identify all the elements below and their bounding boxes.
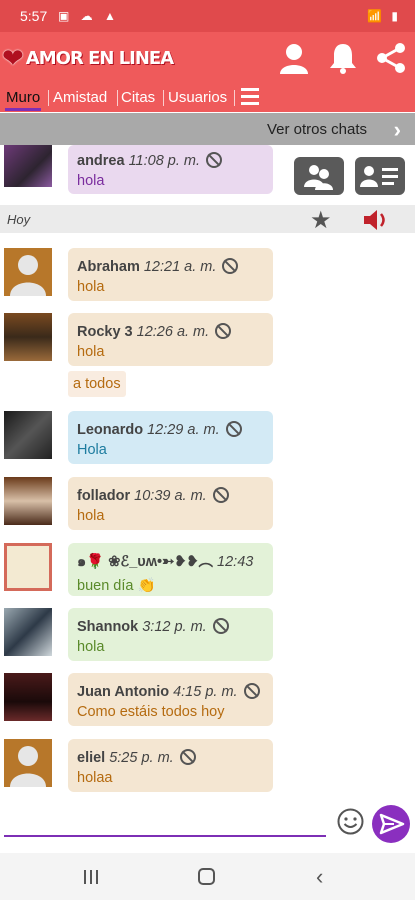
message-bubble: andrea 11:08 p. m. hola bbox=[68, 145, 273, 194]
emoji-icon[interactable] bbox=[337, 808, 364, 835]
status-bar: 5:57 ▣ ☁ ▲ 📶 ▮ bbox=[0, 0, 415, 32]
message-author[interactable]: Abraham bbox=[77, 259, 140, 275]
message-author[interactable]: eliel bbox=[77, 750, 105, 766]
message-bubble: Shannok 3:12 p. m. hola bbox=[68, 608, 273, 661]
tab-bar: Muro Amistad Citas Usuarios bbox=[0, 84, 415, 112]
heart-logo-icon: ❤ bbox=[2, 43, 24, 73]
message-author[interactable]: ๑🌹 ❀ℰ_ᴜʍ•➳❥❥︵ bbox=[77, 554, 213, 570]
star-icon[interactable]: ★ bbox=[310, 206, 332, 235]
ban-icon[interactable] bbox=[212, 618, 229, 634]
tab-amistad[interactable]: Amistad bbox=[53, 89, 107, 106]
app-title: AMOR EN LINEA bbox=[25, 47, 174, 69]
message-author[interactable]: andrea bbox=[77, 153, 125, 169]
tab-citas[interactable]: Citas bbox=[121, 89, 155, 106]
tab-divider bbox=[163, 90, 164, 106]
message-time: 11:08 p. m. bbox=[128, 153, 201, 169]
avatar[interactable] bbox=[4, 313, 52, 361]
chevron-right-icon: › bbox=[393, 117, 401, 142]
message-text: buen día 👏 bbox=[77, 578, 156, 594]
menu-icon[interactable] bbox=[241, 88, 259, 106]
notification-icons: ▣ ☁ ▲ bbox=[58, 9, 120, 23]
ban-icon[interactable] bbox=[225, 421, 242, 437]
system-icons: 📶 ▮ bbox=[367, 9, 401, 23]
app-bar: ❤ AMOR EN LINEA bbox=[0, 32, 415, 84]
avatar[interactable] bbox=[4, 739, 52, 787]
send-button[interactable] bbox=[372, 805, 410, 843]
contact-card-icon bbox=[360, 166, 398, 187]
message-text: Hola bbox=[77, 442, 107, 458]
avatar[interactable] bbox=[4, 145, 52, 187]
system-nav-bar: ‹ bbox=[0, 853, 415, 900]
ban-icon[interactable] bbox=[243, 683, 260, 699]
tab-divider bbox=[234, 90, 235, 106]
app-logo: ❤ AMOR EN LINEA bbox=[2, 43, 174, 73]
message-text: hola bbox=[77, 173, 105, 189]
share-icon[interactable] bbox=[374, 41, 408, 75]
bell-icon[interactable] bbox=[326, 41, 360, 75]
message-bubble: follador 10:39 a. m. hola bbox=[68, 477, 273, 530]
group-button[interactable] bbox=[294, 157, 344, 195]
tab-muro[interactable]: Muro bbox=[6, 89, 40, 106]
message-bubble: eliel 5:25 p. m. holaa bbox=[68, 739, 273, 792]
avatar[interactable] bbox=[4, 411, 52, 459]
ban-icon[interactable] bbox=[215, 323, 232, 339]
message-author[interactable]: Juan Antonio bbox=[77, 684, 169, 700]
avatar[interactable] bbox=[4, 673, 52, 721]
message-bubble: Abraham 12:21 a. m. hola bbox=[68, 248, 273, 301]
message-text: a todos bbox=[68, 371, 126, 397]
active-tab-indicator bbox=[5, 108, 41, 111]
message-bubble: ๑🌹 ❀ℰ_ᴜʍ•➳❥❥︵ 12:43 buen día 👏 bbox=[68, 543, 273, 596]
message-bubble: Juan Antonio 4:15 p. m. Como estáis todos… bbox=[68, 673, 273, 726]
message-bubble: Rocky 3 12:26 a. m. hola bbox=[68, 313, 273, 366]
group-icon bbox=[304, 165, 333, 190]
ban-icon[interactable] bbox=[179, 749, 196, 765]
message-bubble: Leonardo 12:29 a. m. Hola bbox=[68, 411, 273, 464]
message-text: hola bbox=[77, 344, 105, 360]
other-chats-bar[interactable]: Ver otros chats › bbox=[0, 113, 415, 145]
day-label: Hoy bbox=[7, 212, 31, 227]
tab-divider bbox=[117, 90, 118, 106]
message-text: Como estáis todos hoy bbox=[77, 704, 225, 720]
message-author[interactable]: Shannok bbox=[77, 619, 138, 635]
back-icon[interactable]: ‹ bbox=[316, 864, 323, 890]
message-time: 3:12 p. m. bbox=[142, 619, 207, 635]
message-time: 5:25 p. m. bbox=[109, 750, 174, 766]
status-time: 5:57 bbox=[20, 8, 48, 24]
message-author[interactable]: Leonardo bbox=[77, 422, 143, 438]
contact-card-button[interactable] bbox=[355, 157, 405, 195]
avatar[interactable] bbox=[4, 608, 52, 656]
other-chats-label: Ver otros chats bbox=[266, 121, 367, 138]
ban-icon[interactable] bbox=[212, 487, 229, 503]
message-author[interactable]: Rocky 3 bbox=[77, 324, 133, 340]
day-divider: Hoy ★ bbox=[0, 205, 415, 235]
message-text: hola bbox=[77, 639, 105, 655]
message-time: 4:15 p. m. bbox=[173, 684, 238, 700]
avatar[interactable] bbox=[4, 477, 52, 525]
avatar[interactable] bbox=[4, 248, 52, 296]
ban-icon[interactable] bbox=[206, 152, 223, 168]
message-time: 12:26 a. m. bbox=[136, 324, 210, 340]
profile-icon[interactable] bbox=[277, 41, 311, 75]
message-time: 10:39 a. m. bbox=[134, 488, 207, 504]
message-input[interactable] bbox=[4, 835, 326, 837]
recent-apps-icon[interactable] bbox=[84, 870, 98, 884]
ban-icon[interactable] bbox=[222, 258, 239, 274]
message-time: 12:29 a. m. bbox=[147, 422, 220, 438]
message-author[interactable]: follador bbox=[77, 488, 130, 504]
avatar[interactable] bbox=[4, 543, 52, 591]
home-icon[interactable] bbox=[198, 868, 215, 885]
tab-usuarios[interactable]: Usuarios bbox=[168, 89, 227, 106]
send-icon bbox=[379, 813, 405, 835]
tab-divider bbox=[48, 90, 49, 106]
message-text: holaa bbox=[77, 770, 113, 786]
message-time: 12:43 bbox=[217, 554, 254, 570]
speaker-icon[interactable] bbox=[362, 209, 390, 231]
message-text: hola bbox=[77, 279, 105, 295]
message-text: hola bbox=[77, 508, 105, 524]
message-time: 12:21 a. m. bbox=[143, 259, 217, 275]
